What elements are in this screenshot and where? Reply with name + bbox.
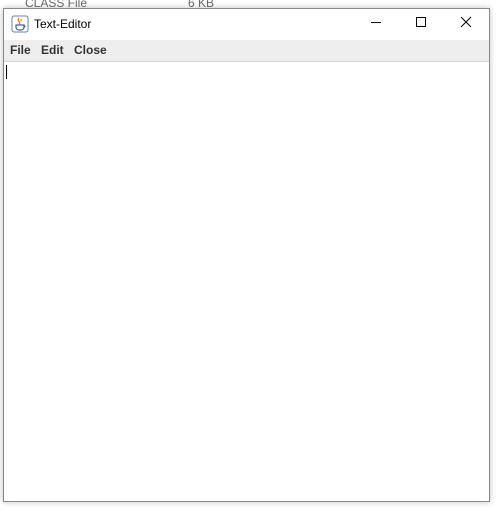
java-cup-icon xyxy=(11,15,29,33)
menu-file[interactable]: File xyxy=(5,40,36,61)
close-window-button[interactable] xyxy=(443,9,488,38)
maximize-button[interactable] xyxy=(398,9,443,38)
maximize-icon xyxy=(415,15,427,33)
close-icon xyxy=(460,15,472,33)
window-title: Text-Editor xyxy=(34,17,92,31)
minimize-button[interactable] xyxy=(353,9,398,38)
menu-bar: File Edit Close xyxy=(4,40,489,62)
menu-close[interactable]: Close xyxy=(69,40,112,61)
minimize-icon xyxy=(370,15,382,33)
text-editor-window: Text-Editor File Edit Close xyxy=(3,8,490,502)
text-caret xyxy=(6,65,7,79)
menu-edit[interactable]: Edit xyxy=(36,40,69,61)
text-editor-area[interactable] xyxy=(4,62,489,501)
title-bar[interactable]: Text-Editor xyxy=(4,9,489,40)
